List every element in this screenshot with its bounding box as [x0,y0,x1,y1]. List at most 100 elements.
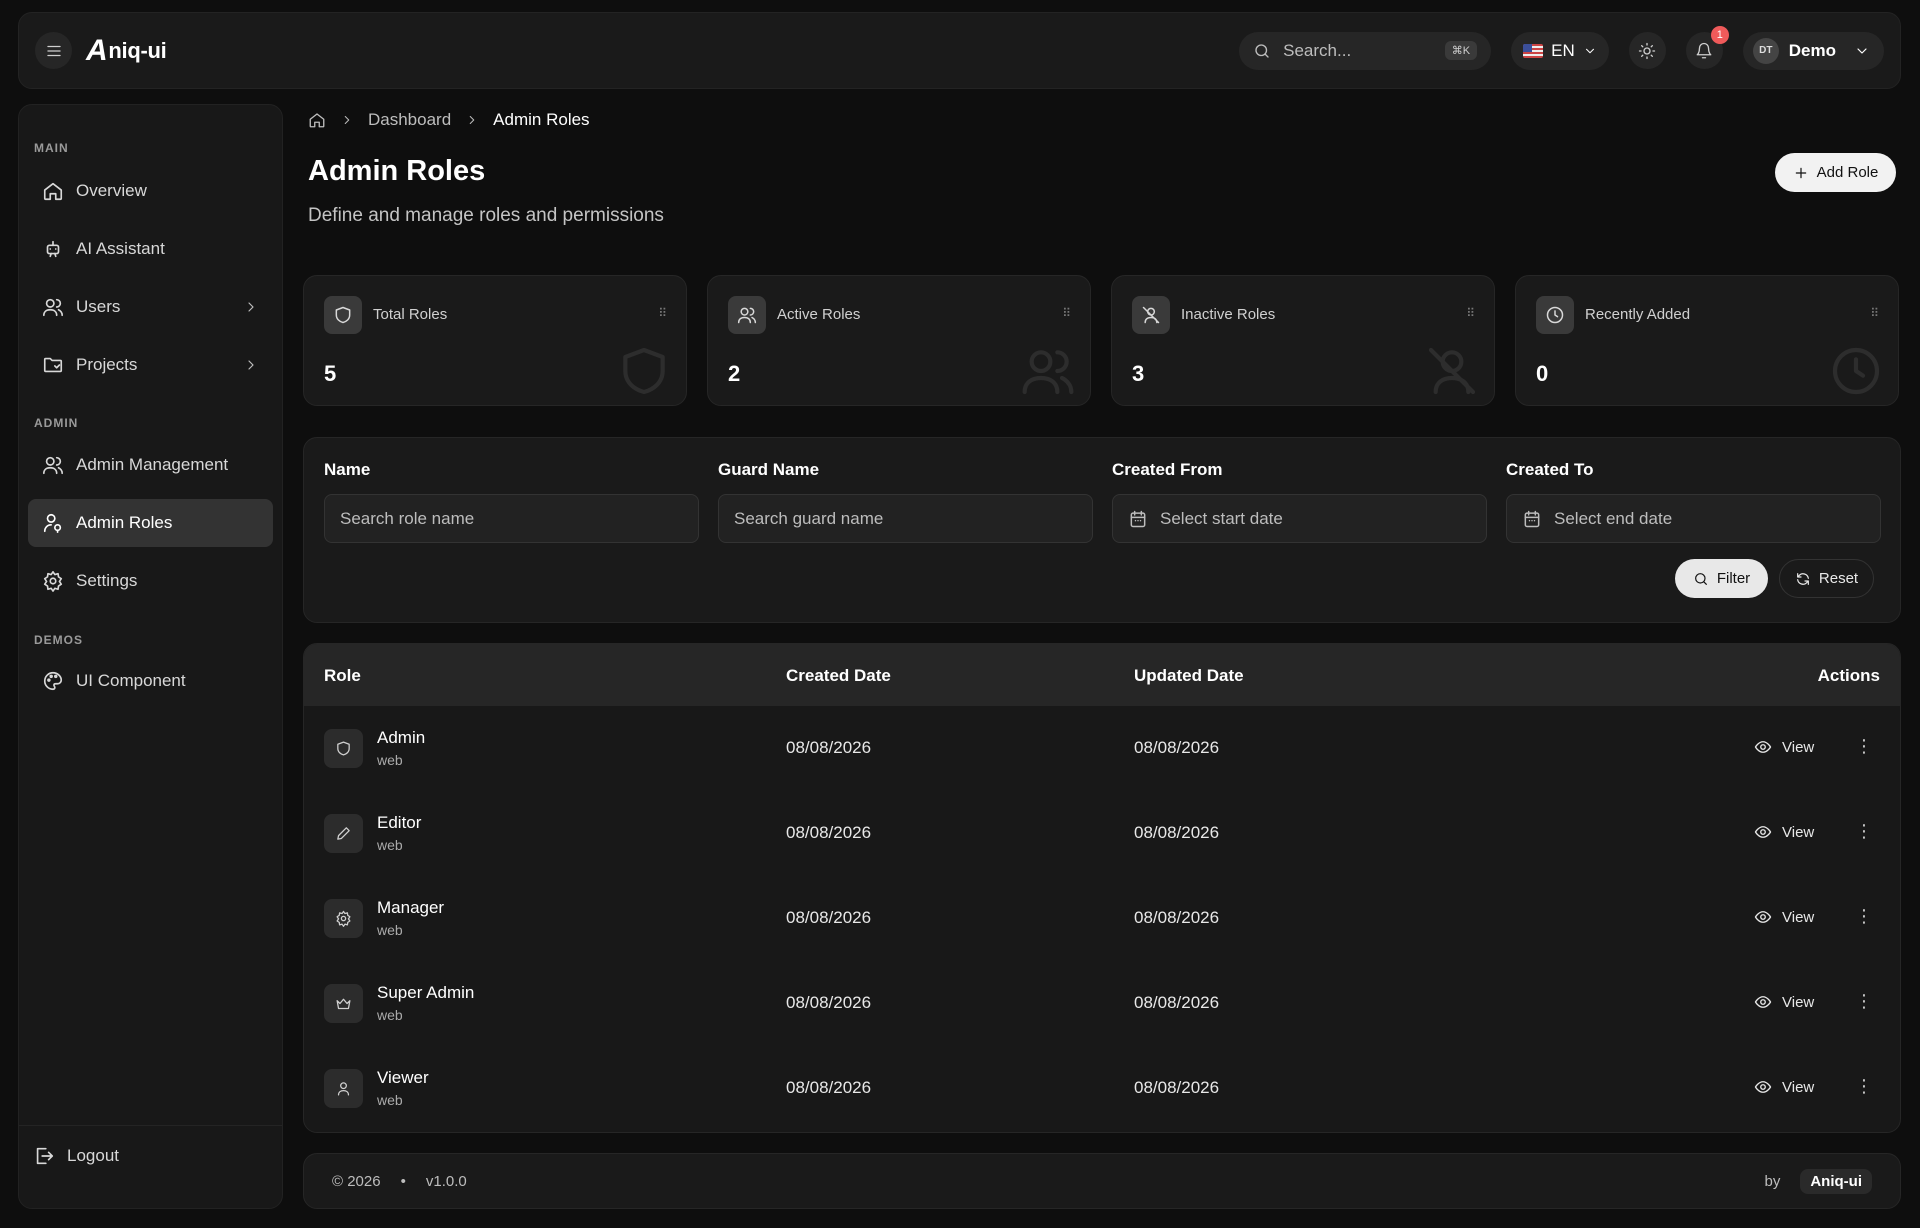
chevron-right-icon [469,115,475,125]
table-row: Editor web 08/08/2026 08/08/2026 View ⋮ [304,791,1900,876]
filter-guard-label: Guard Name [718,460,820,479]
sidebar-item-users[interactable]: Users [28,283,273,331]
section-label-main: MAIN [34,141,69,155]
end-date-input[interactable]: Select end date [1506,494,1881,543]
more-actions-icon[interactable]: ⋮ [1855,991,1873,1011]
filter-to-group: Created To Select end date [1506,460,1881,543]
sidebar-item-settings[interactable]: Settings [28,557,273,605]
column-header-created[interactable]: Created Date [786,666,891,686]
updated-date: 08/08/2026 [1134,908,1220,927]
guard-name-input[interactable]: Search guard name [718,494,1093,543]
breadcrumb-dashboard[interactable]: Dashboard [368,110,451,130]
sidebar-item-label: Users [76,297,121,316]
roles-table: Role Created Date Updated Date Actions A… [303,643,1901,1133]
more-actions-icon[interactable]: ⋮ [1855,821,1873,841]
role-guard: web [377,752,403,768]
add-role-button[interactable]: Add Role [1775,153,1896,192]
updated-date: 08/08/2026 [1134,993,1220,1012]
logout-icon [36,1147,54,1165]
role-name: Super Admin [377,983,475,1002]
reset-button[interactable]: Reset [1779,559,1874,598]
start-date-placeholder: Select start date [1160,508,1283,528]
sidebar-item-projects[interactable]: Projects [28,341,273,389]
sidebar-item-admin-management[interactable]: Admin Management [28,441,273,489]
logout-button[interactable]: Logout [33,1145,119,1167]
footer-by: by [1764,1172,1781,1190]
view-button[interactable]: View [1754,993,1814,1011]
sidebar-item-label: Overview [76,181,147,200]
role-name: Viewer [377,1068,429,1087]
table-row: Viewer web 08/08/2026 08/08/2026 View ⋮ [304,1046,1900,1131]
drag-handle-icon[interactable]: ⠿ [658,306,667,320]
logout-label: Logout [67,1146,119,1165]
users-icon [1022,350,1074,395]
shield-icon [623,347,665,395]
chevron-down-icon [1585,48,1594,53]
drag-handle-icon[interactable]: ⠿ [1870,306,1879,320]
column-header-updated[interactable]: Updated Date [1134,666,1244,686]
search-box[interactable]: Search... ⌘K [1239,31,1492,70]
role-name-placeholder: Search role name [340,508,475,528]
shield-icon [337,741,350,756]
view-button[interactable]: View [1754,1078,1814,1096]
view-button[interactable]: View [1754,908,1814,926]
footer-separator: • [400,1172,406,1190]
user-menu[interactable]: DT Demo [1742,31,1884,70]
sidebar-item-ai-assistant[interactable]: AI Assistant [28,225,273,273]
users-icon [737,307,757,324]
end-date-placeholder: Select end date [1554,508,1673,528]
home-icon [43,182,63,201]
sidebar-item-admin-roles[interactable]: Admin Roles [28,499,273,547]
stat-value: 2 [728,361,741,386]
more-actions-icon[interactable]: ⋮ [1855,736,1873,756]
stat-card-total-roles: Total Roles ⠿ 5 [303,275,687,406]
user-off-icon [1142,306,1160,324]
sidebar-item-label: UI Component [76,671,186,690]
gear-icon [336,910,351,927]
theme-toggle-button[interactable] [1628,32,1666,69]
menu-toggle-button[interactable] [35,32,72,69]
clock-icon [1546,306,1564,324]
updated-date: 08/08/2026 [1134,1078,1220,1097]
search-input[interactable]: Search... [1283,41,1445,61]
start-date-input[interactable]: Select start date [1112,494,1487,543]
search-icon [1694,572,1707,585]
view-label: View [1782,738,1815,756]
updated-date: 08/08/2026 [1134,738,1220,757]
add-role-label: Add Role [1816,164,1879,181]
sidebar-item-ui-component[interactable]: UI Component [28,657,273,705]
logo[interactable]: A niq-ui [86,34,167,68]
column-header-role[interactable]: Role [324,666,361,686]
eye-icon [1754,996,1772,1008]
role-guard: web [377,1092,403,1108]
filter-button[interactable]: Filter [1675,559,1768,598]
more-actions-icon[interactable]: ⋮ [1855,1076,1873,1096]
sun-icon [1639,42,1656,59]
folder-icon [43,357,63,373]
more-actions-icon[interactable]: ⋮ [1855,906,1873,926]
sidebar-item-overview[interactable]: Overview [28,167,273,215]
footer: © 2026 • v1.0.0 by Aniq-ui [303,1153,1901,1209]
role-name: Manager [377,898,445,917]
copyright: © 2026 [332,1172,381,1190]
stat-label: Total Roles [373,306,448,323]
notifications-button[interactable]: 1 [1685,26,1729,69]
view-button[interactable]: View [1754,738,1814,756]
language-selector[interactable]: EN [1511,31,1609,70]
eye-icon [1754,826,1772,838]
footer-brand-link[interactable]: Aniq-ui [1800,1168,1872,1194]
sidebar-item-label: AI Assistant [76,239,165,258]
drag-handle-icon[interactable]: ⠿ [1466,306,1475,320]
role-name-input[interactable]: Search role name [324,494,699,543]
drag-handle-icon[interactable]: ⠿ [1062,306,1071,320]
view-button[interactable]: View [1754,823,1814,841]
user-icon [337,1082,350,1096]
role-guard: web [377,1007,403,1023]
home-icon[interactable] [308,111,326,129]
stat-label: Recently Added [1585,306,1691,323]
language-label: EN [1551,40,1575,60]
stat-card-inactive-roles: Inactive Roles ⠿ 3 [1111,275,1495,406]
table-row: Admin web 08/08/2026 08/08/2026 View ⋮ [304,706,1900,791]
filter-name-group: Name Search role name [324,460,699,543]
filter-panel: Name Search role name Guard Name Search … [303,437,1901,623]
